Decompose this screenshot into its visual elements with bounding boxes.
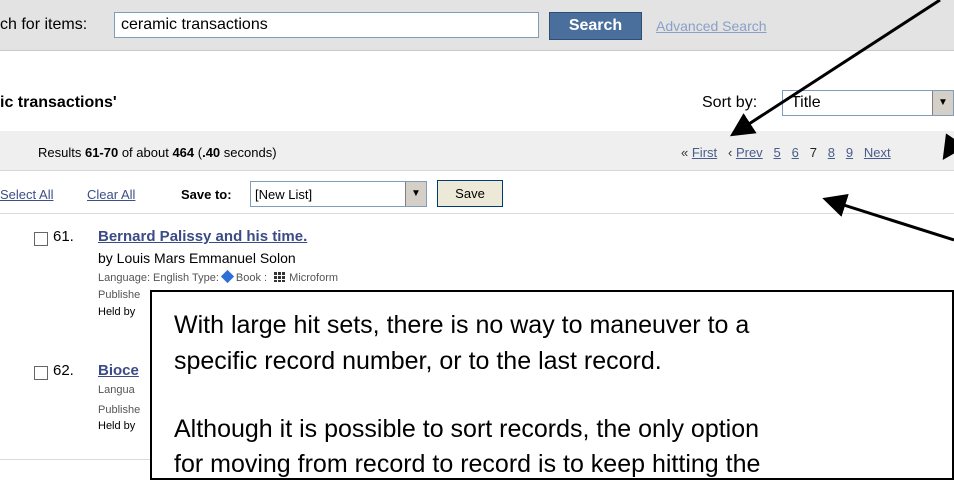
clear-all-link[interactable]: Clear All [87,187,135,202]
callout-line-3: Although it is possible to sort records,… [174,415,760,443]
microform-icon [273,271,287,282]
callout-line-2: specific record number, or to the last r… [174,347,662,375]
record-published: Publishe [98,289,141,301]
results-heading: ic transactions' [0,94,117,111]
record-author: by Louis Mars Emmanuel Solon [98,250,296,266]
prev-page-link[interactable]: Prev [736,145,763,160]
sort-select-value: Title [791,94,821,111]
search-label: ch for items: [0,16,88,33]
sort-select[interactable]: Title ▼ [782,90,954,116]
record-checkbox[interactable] [34,232,48,246]
select-all-link[interactable]: Select All [0,187,53,202]
double-chevron-left-icon: « [681,145,689,160]
results-prefix: Results [38,145,85,160]
callout-line-4: for moving from record to record is to k… [174,450,761,478]
record-type-microform: Microform [289,272,339,284]
record-format: Language: English Type: Book : Microform [98,269,339,284]
results-mid: of about [118,145,173,160]
book-icon [220,269,235,284]
record-checkbox[interactable] [34,366,48,380]
save-button[interactable]: Save [437,180,503,207]
results-time: .40 [202,145,221,160]
record-title-link[interactable]: Bernard Palissy and his time. [98,228,307,245]
annotation-callout: With large hit sets, there is no way to … [150,290,954,480]
results-count: Results 61-70 of about 464 (.40 seconds) [38,145,277,160]
record-language: Langua [98,384,135,396]
save-to-label: Save to: [181,187,232,202]
current-page: 7 [809,145,817,160]
divider [0,213,954,214]
save-list-select[interactable]: [New List] ▼ [250,181,427,207]
record-number: 61. [53,228,74,245]
page-link-6[interactable]: 6 [792,145,799,160]
search-button[interactable]: Search [549,12,642,40]
results-range: 61-70 [84,145,119,160]
next-page-link[interactable]: Next [864,145,891,160]
record-title-link[interactable]: Bioce [98,362,139,379]
page-link-5[interactable]: 5 [774,145,781,160]
search-input[interactable] [114,12,539,38]
record-published: Publishe [98,404,141,416]
first-page-link[interactable]: First [692,145,717,160]
record-number: 62. [53,362,74,379]
sort-by-label: Sort by: [702,94,758,111]
record-held-by: Held by [98,306,136,318]
chevron-down-icon[interactable]: ▼ [405,182,426,206]
chevron-down-icon[interactable]: ▼ [932,91,953,115]
results-time-prefix: ( [194,145,203,160]
results-time-suffix: seconds) [220,145,277,160]
page-link-8[interactable]: 8 [828,145,835,160]
page-link-9[interactable]: 9 [846,145,853,160]
record-held-by: Held by [98,420,136,432]
list-controls: Select All Clear All Save to: [New List]… [0,179,954,207]
chevron-left-icon: ‹ [727,145,733,160]
pagination: « First ‹ Prev 5 6 7 8 9 Next [681,145,891,160]
save-list-value: [New List] [255,187,313,202]
callout-line-1: With large hit sets, there is no way to … [174,311,750,339]
results-total: 464 [172,145,195,160]
advanced-search-link[interactable]: Advanced Search [656,18,767,34]
record-type-book: Book [235,272,261,284]
record-language: Language: English Type: [98,272,219,284]
